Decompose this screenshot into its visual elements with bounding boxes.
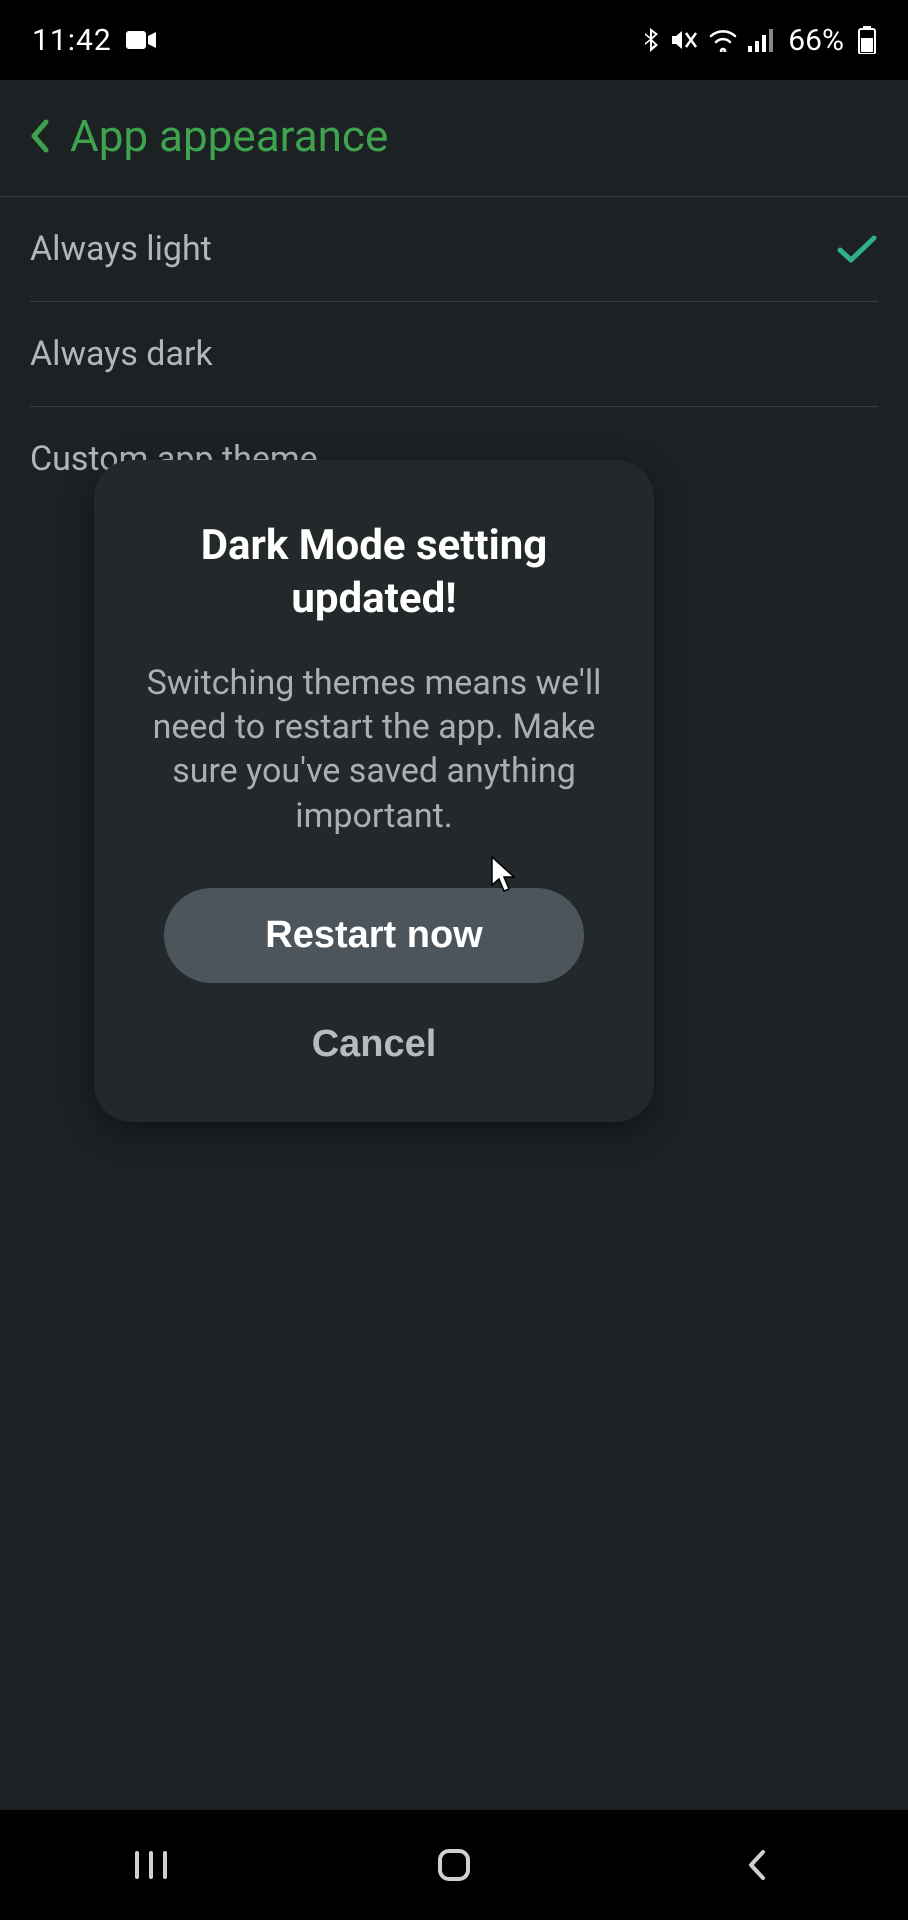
option-label: Always light: [30, 229, 212, 269]
system-nav-bar: [0, 1810, 908, 1920]
battery-percent: 66%: [788, 23, 844, 58]
option-always-light[interactable]: Always light: [30, 197, 878, 302]
restart-dialog: Dark Mode setting updated! Switching the…: [94, 460, 654, 1122]
battery-icon: [858, 26, 876, 54]
dialog-title: Dark Mode setting updated!: [144, 520, 604, 625]
status-time: 11:42: [32, 23, 112, 58]
status-bar: 11:42 66%: [0, 0, 908, 80]
wifi-icon: [708, 28, 738, 52]
video-recording-icon: [126, 29, 156, 51]
cancel-button[interactable]: Cancel: [144, 1023, 604, 1066]
check-icon: [836, 233, 878, 265]
back-button[interactable]: [682, 1830, 832, 1900]
dialog-body: Switching themes means we'll need to res…: [144, 661, 604, 838]
mute-vibrate-icon: [670, 27, 698, 53]
option-always-dark[interactable]: Always dark: [30, 302, 878, 407]
recents-button[interactable]: [76, 1830, 226, 1900]
status-left: 11:42: [32, 23, 156, 58]
bluetooth-icon: [642, 26, 660, 54]
page-title: App appearance: [70, 110, 388, 162]
signal-icon: [748, 28, 774, 52]
home-button[interactable]: [379, 1830, 529, 1900]
option-label: Always dark: [30, 334, 213, 374]
restart-now-button[interactable]: Restart now: [164, 888, 584, 983]
status-right: 66%: [642, 23, 876, 58]
app-header: App appearance: [0, 80, 908, 197]
back-icon[interactable]: [28, 118, 50, 154]
